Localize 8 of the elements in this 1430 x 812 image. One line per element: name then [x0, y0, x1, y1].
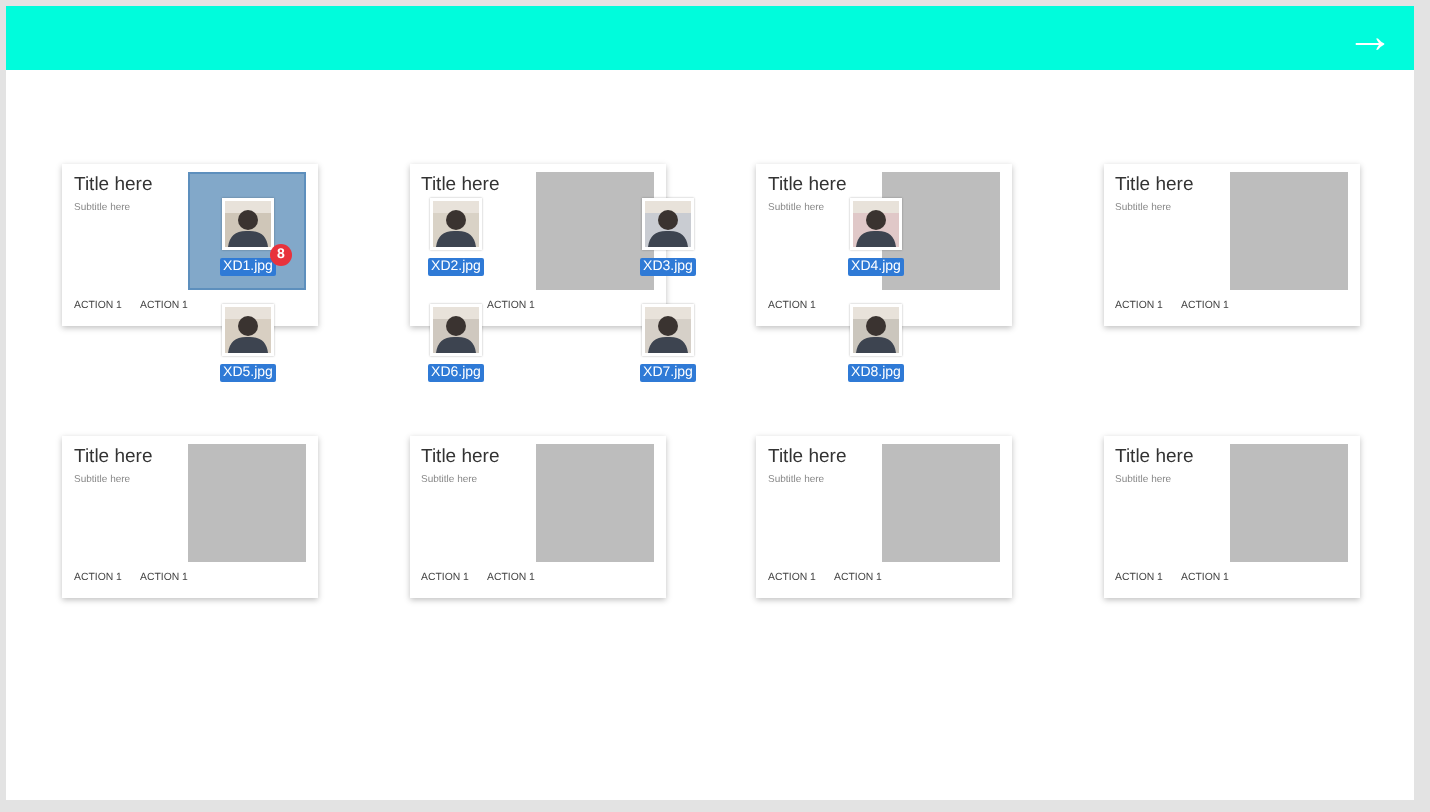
card-title: Title here	[421, 448, 500, 468]
card-title: Title here	[768, 176, 847, 196]
card-title: Title here	[421, 176, 500, 196]
card-title: Title here	[74, 176, 153, 196]
card-title: Title here	[1115, 448, 1194, 468]
card-title: Title here	[1115, 176, 1194, 196]
card-title: Title here	[768, 448, 847, 468]
card-title: Title here	[74, 448, 153, 468]
